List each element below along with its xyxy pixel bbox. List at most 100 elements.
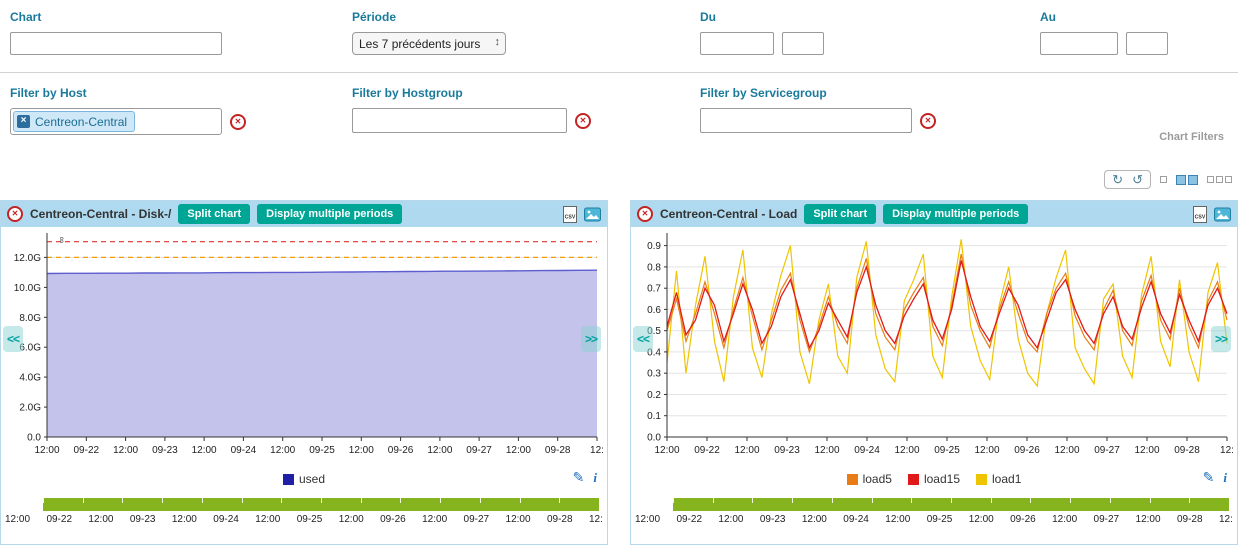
timeline-tick: [281, 498, 282, 503]
load-multiple-periods-button[interactable]: Display multiple periods: [883, 204, 1028, 224]
timeline-label: 12:00: [969, 514, 994, 525]
svg-text:12:00: 12:00: [34, 445, 59, 456]
edit-chart-icon[interactable]: ✎: [573, 469, 585, 486]
svg-text:12:00: 12:00: [974, 445, 999, 456]
timeline-tick: [599, 498, 600, 503]
legend-item[interactable]: load1: [976, 472, 1021, 486]
svg-text:0.7: 0.7: [647, 284, 661, 295]
to-time-input[interactable]: [1126, 32, 1168, 55]
csv-export-icon[interactable]: CSV: [562, 206, 579, 223]
timeline-tick: [1189, 498, 1190, 503]
load-scroll-left-button[interactable]: <<: [633, 326, 653, 352]
svg-text:09-25: 09-25: [934, 445, 960, 456]
image-export-icon[interactable]: [584, 206, 601, 223]
hostgroup-filter-input[interactable]: [352, 108, 567, 133]
legend-label: used: [299, 472, 325, 486]
timeline-tick: [1030, 498, 1031, 503]
timeline-tick: [1110, 498, 1111, 503]
chart-filter-input[interactable]: [10, 32, 222, 55]
svg-text:0.6: 0.6: [647, 305, 661, 316]
timeline-label: 09-25: [297, 514, 323, 525]
host-filter-field: Filter by Host × Centreon-Central ✕: [10, 86, 246, 135]
chart-info-icon[interactable]: i: [1223, 470, 1227, 486]
infinity-marker: ∞: [57, 237, 67, 243]
timeline-tick: [480, 498, 481, 503]
disk-chart-panel: ✕ Centreon-Central - Disk-/ Split chart …: [0, 200, 608, 545]
svg-text:09-28: 09-28: [545, 445, 571, 456]
timeline-label: 12:00: [885, 514, 910, 525]
from-date-input[interactable]: [700, 32, 774, 55]
auto-refresh-icon[interactable]: ↺: [1132, 173, 1143, 186]
edit-chart-icon[interactable]: ✎: [1203, 469, 1215, 486]
timeline-label: 12:: [589, 514, 603, 525]
servicegroup-filter-field: Filter by Servicegroup ✕: [700, 86, 936, 133]
timeline-label: 09-26: [380, 514, 406, 525]
load-timeline-bar[interactable]: [673, 498, 1229, 511]
disk-panel-header: ✕ Centreon-Central - Disk-/ Split chart …: [1, 201, 607, 227]
disk-chart-legend: used: [1, 467, 607, 491]
timeline-tick: [122, 498, 123, 503]
load-scroll-right-button[interactable]: >>: [1211, 326, 1231, 352]
filters-divider: [0, 72, 1238, 73]
timeline-label: 12:00: [88, 514, 113, 525]
disk-timeline-bar[interactable]: [43, 498, 599, 511]
to-date-input[interactable]: [1040, 32, 1118, 55]
svg-text:12:00: 12:00: [654, 445, 679, 456]
refresh-icon[interactable]: ↻: [1112, 173, 1123, 186]
svg-text:09-22: 09-22: [74, 445, 100, 456]
image-export-icon[interactable]: [1214, 206, 1231, 223]
chart-info-icon[interactable]: i: [593, 470, 597, 486]
svg-text:12:00: 12:00: [506, 445, 531, 456]
host-filter-input[interactable]: × Centreon-Central: [10, 108, 222, 135]
disk-chart-plot[interactable]: 0.02.0G4.0G6.0G8.0G10.0G12.0G12:0009-221…: [1, 227, 607, 465]
host-tag-chip[interactable]: × Centreon-Central: [13, 111, 135, 132]
timeline-tick: [520, 498, 521, 503]
disk-scroll-right-button[interactable]: >>: [581, 326, 601, 352]
disk-scroll-left-button[interactable]: <<: [3, 326, 23, 352]
remove-load-chart-icon[interactable]: ✕: [637, 206, 653, 222]
timeline-tick: [1150, 498, 1151, 503]
timeline-tick: [440, 498, 441, 503]
timeline-label: 09-22: [676, 514, 702, 525]
svg-text:0.2: 0.2: [647, 390, 661, 401]
view-two-columns-button[interactable]: [1176, 175, 1198, 185]
timeline-label: 09-22: [46, 514, 72, 525]
svg-text:09-27: 09-27: [466, 445, 492, 456]
remove-disk-chart-icon[interactable]: ✕: [7, 206, 23, 222]
from-label: Du: [700, 10, 824, 24]
clear-servicegroup-filter-icon[interactable]: ✕: [920, 113, 936, 129]
clear-host-filter-icon[interactable]: ✕: [230, 114, 246, 130]
from-time-input[interactable]: [782, 32, 824, 55]
timeline-label: 09-24: [213, 514, 239, 525]
timeline-label: 09-27: [1094, 514, 1120, 525]
timeline-label: 09-26: [1010, 514, 1036, 525]
timeline-tick: [83, 498, 84, 503]
clear-hostgroup-filter-icon[interactable]: ✕: [575, 113, 591, 129]
timeline-tick: [400, 498, 401, 503]
timeline-label: 12:00: [339, 514, 364, 525]
csv-export-icon[interactable]: CSV: [1192, 206, 1209, 223]
servicegroup-filter-input[interactable]: [700, 108, 912, 133]
legend-item[interactable]: load5: [847, 472, 892, 486]
load-chart-plot[interactable]: 0.00.10.20.30.40.50.60.70.80.912:0009-22…: [631, 227, 1237, 465]
timeline-tick: [1229, 498, 1230, 503]
timeline-tick: [242, 498, 243, 503]
legend-item[interactable]: used: [283, 472, 325, 486]
to-field: Au: [1040, 10, 1168, 55]
svg-text:2.0G: 2.0G: [19, 403, 41, 414]
timeline-tick: [673, 498, 674, 503]
disk-multiple-periods-button[interactable]: Display multiple periods: [257, 204, 402, 224]
chart-filter-label: Chart: [10, 10, 222, 24]
chip-remove-icon[interactable]: ×: [17, 115, 30, 128]
period-select[interactable]: Les 7 précédents jours: [352, 32, 506, 55]
timeline-label: 12:00: [802, 514, 827, 525]
disk-split-chart-button[interactable]: Split chart: [178, 204, 250, 224]
load-split-chart-button[interactable]: Split chart: [804, 204, 876, 224]
timeline-label: 09-27: [464, 514, 490, 525]
view-single-column-button[interactable]: [1160, 176, 1167, 183]
host-tag-label: Centreon-Central: [35, 115, 127, 129]
legend-item[interactable]: load15: [908, 472, 960, 486]
timeline-label: 09-25: [927, 514, 953, 525]
host-filter-label: Filter by Host: [10, 86, 246, 100]
view-three-columns-button[interactable]: [1207, 176, 1232, 183]
